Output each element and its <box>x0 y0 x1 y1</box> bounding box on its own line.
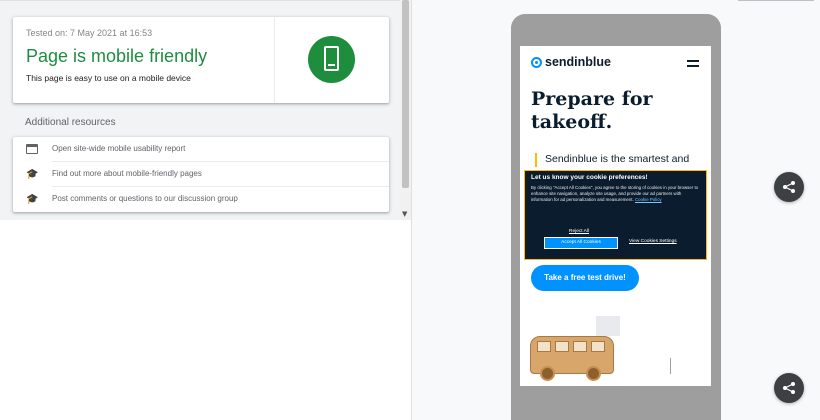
hero-accent-bar <box>535 153 537 167</box>
smartphone-icon <box>324 46 339 71</box>
browser-window-icon <box>26 144 38 154</box>
result-title: Page is mobile friendly <box>26 46 208 66</box>
hamburger-menu-icon <box>687 60 699 67</box>
van-window <box>555 341 569 352</box>
phone-frame: sendinblue Prepare for takeoff. Sendinbl… <box>511 14 721 420</box>
card-divider <box>274 17 275 103</box>
scrollbar-thumb[interactable] <box>402 0 409 188</box>
cookie-body: By clicking "Accept All Cookies", you ag… <box>531 185 699 203</box>
page-preview-pane: sendinblue Prepare for takeoff. Sendinbl… <box>411 0 820 420</box>
school-cap-icon: 🎓 <box>26 194 39 205</box>
hero-title: Prepare for takeoff. <box>531 88 653 133</box>
tested-on-timestamp: Tested on: 7 May 2021 at 16:53 <box>26 28 153 38</box>
cookie-title: Let us know your cookie preferences! <box>531 174 648 181</box>
van-window <box>591 341 605 352</box>
resource-label: Open site-wide mobile usability report <box>52 144 186 153</box>
result-card: Tested on: 7 May 2021 at 16:53 Page is m… <box>13 17 389 103</box>
van-window <box>573 341 587 352</box>
resources-list: Open site-wide mobile usability report 🎓… <box>13 137 389 212</box>
results-scrollbar[interactable]: ▼ <box>400 0 411 220</box>
van-window <box>537 341 551 352</box>
van-wheel <box>540 366 555 381</box>
top-divider <box>0 0 400 1</box>
cookie-body-text: By clicking "Accept All Cookies", you ag… <box>531 185 699 202</box>
page-screenshot: sendinblue Prepare for takeoff. Sendinbl… <box>520 46 711 386</box>
result-description: This page is easy to use on a mobile dev… <box>26 73 191 83</box>
brand-name: sendinblue <box>545 55 611 69</box>
van-wheel <box>586 366 601 381</box>
additional-resources-heading: Additional resources <box>25 117 116 128</box>
resource-label: Find out more about mobile-friendly page… <box>52 169 202 178</box>
share-icon <box>783 181 795 193</box>
decorative-lamp <box>670 358 675 374</box>
wooden-van-image <box>528 326 618 386</box>
share-button[interactable] <box>774 373 804 403</box>
reject-all-link: Reject All <box>569 229 589 234</box>
sendinblue-logo-icon <box>531 56 542 68</box>
share-icon <box>783 382 795 394</box>
accept-all-cookies-button: Accept All Cookies <box>544 237 618 249</box>
resource-link-mobile-friendly-pages[interactable]: 🎓 Find out more about mobile-friendly pa… <box>13 162 389 187</box>
cookie-policy-link: Cookie Policy <box>634 197 662 202</box>
cookie-consent-banner: Let us know your cookie preferences! By … <box>524 170 707 260</box>
share-button[interactable] <box>774 172 804 202</box>
sendinblue-logo: sendinblue <box>531 55 611 69</box>
resource-link-usability-report[interactable]: Open site-wide mobile usability report <box>13 137 389 162</box>
mobile-friendly-test-app: Tested on: 7 May 2021 at 16:53 Page is m… <box>0 0 820 420</box>
free-test-drive-button: Take a free test drive! <box>531 265 639 291</box>
view-cookie-settings-link: View Cookies Settings <box>629 239 677 244</box>
resource-link-discussion-group[interactable]: 🎓 Post comments or questions to our disc… <box>13 187 389 212</box>
top-accent-line <box>738 0 814 1</box>
school-cap-icon: 🎓 <box>26 169 39 180</box>
results-pane: Tested on: 7 May 2021 at 16:53 Page is m… <box>0 0 411 420</box>
scroll-down-arrow-icon[interactable]: ▼ <box>402 210 407 218</box>
resource-label: Post comments or questions to our discus… <box>52 194 238 203</box>
hero-text: Sendinblue is the smartest and <box>545 153 690 165</box>
mobile-friendly-badge <box>308 36 355 83</box>
